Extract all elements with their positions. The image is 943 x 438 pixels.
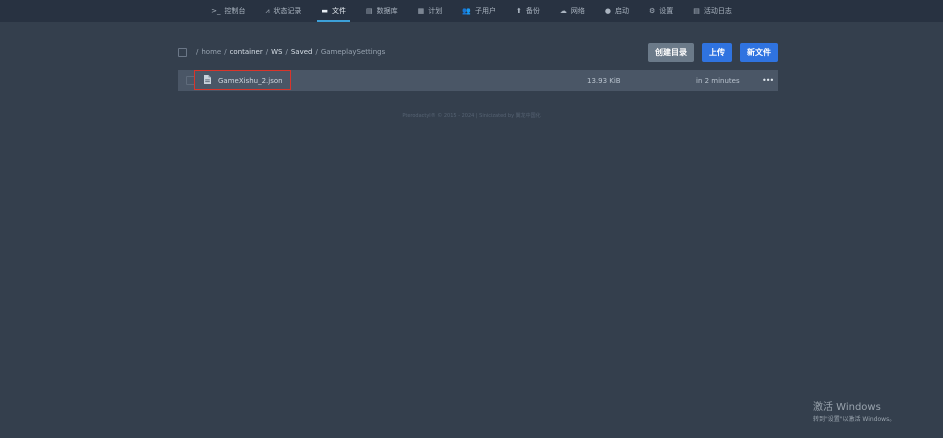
top-navigation: >_ 控制台 ⩘ 状态记录 ▬ 文件 ▤ 数据库 ▦ 计划 👥 子用户 ⬆ 备份…	[0, 0, 943, 22]
file-toolbar: / home / container / WS / Saved / Gamepl…	[178, 42, 778, 62]
action-buttons: 创建目录 上传 新文件	[648, 42, 778, 62]
log-icon: ▤	[693, 6, 700, 15]
nav-settings-label: 设置	[659, 7, 674, 15]
footer-copyright: Pterodactyl® © 2015 - 2024 | Sinicizated…	[402, 113, 541, 119]
breadcrumb-container[interactable]: container	[230, 48, 263, 56]
database-icon: ▤	[366, 6, 373, 15]
nav-subusers-label: 子用户	[475, 7, 497, 15]
nav-schedule-label: 计划	[428, 7, 443, 15]
select-all-checkbox[interactable]	[178, 47, 187, 57]
watermark-title: 激活 Windows	[813, 402, 881, 413]
nav-console-label: 控制台	[224, 7, 246, 15]
file-checkbox[interactable]	[186, 76, 195, 85]
calendar-icon: ▦	[417, 6, 425, 15]
nav-stats[interactable]: ⩘ 状态记录	[255, 0, 311, 22]
file-modified: in 2 minutes	[696, 76, 740, 85]
nav-network-label: 网络	[570, 7, 585, 15]
chart-icon: ⩘	[265, 6, 270, 15]
breadcrumb-separator: /	[196, 48, 199, 56]
nav-backup[interactable]: ⬆ 备份	[506, 0, 550, 22]
file-icon	[204, 75, 211, 86]
nav-files[interactable]: ▬ 文件	[311, 0, 356, 22]
nav-console[interactable]: >_ 控制台	[201, 0, 255, 22]
nav-backup-label: 备份	[525, 7, 540, 15]
cloud-icon: ☁	[559, 6, 567, 15]
nav-files-label: 文件	[332, 7, 347, 15]
nav-subusers[interactable]: 👥 子用户	[452, 0, 506, 22]
nav-schedule[interactable]: ▦ 计划	[408, 0, 453, 22]
breadcrumb-ws[interactable]: WS	[271, 48, 282, 56]
upload-button[interactable]: 上传	[702, 42, 732, 62]
breadcrumb-separator: /	[285, 48, 288, 56]
breadcrumb-separator: /	[315, 48, 318, 56]
nav-items: >_ 控制台 ⩘ 状态记录 ▬ 文件 ▤ 数据库 ▦ 计划 👥 子用户 ⬆ 备份…	[201, 0, 742, 22]
breadcrumb-separator: /	[265, 48, 269, 56]
breadcrumb-separator: /	[224, 48, 227, 56]
nav-activity[interactable]: ▤ 活动日志	[683, 0, 742, 22]
terminal-icon: >_	[211, 6, 221, 15]
breadcrumb-current: GameplaySettings	[320, 48, 386, 56]
nav-activity-label: 活动日志	[703, 7, 732, 15]
file-icon-glyph	[204, 75, 211, 84]
nav-settings[interactable]: ⚙ 设置	[639, 0, 683, 22]
upload-icon: ⬆	[516, 6, 522, 15]
nav-database-label: 数据库	[376, 7, 398, 15]
nav-database[interactable]: ▤ 数据库	[356, 0, 408, 22]
file-row[interactable]: GameXishu_2.json 13.93 KiB in 2 minutes …	[178, 70, 778, 91]
gear-icon: ⚙	[649, 6, 656, 15]
nav-startup[interactable]: ● 启动	[595, 0, 639, 22]
file-name[interactable]: GameXishu_2.json	[218, 77, 283, 85]
windows-activation-watermark: 激活 Windows 转到"设置"以激活 Windows。	[813, 398, 895, 423]
watermark-subtitle: 转到"设置"以激活 Windows。	[813, 416, 896, 423]
users-icon: 👥	[462, 6, 472, 15]
more-options-icon[interactable]: •••	[762, 76, 774, 85]
nav-stats-label: 状态记录	[273, 7, 302, 15]
create-directory-button[interactable]: 创建目录	[648, 42, 694, 62]
nav-network[interactable]: ☁ 网络	[550, 0, 595, 22]
breadcrumb-saved[interactable]: Saved	[291, 48, 313, 56]
new-file-button[interactable]: 新文件	[740, 42, 778, 62]
folder-icon: ▬	[321, 6, 329, 15]
breadcrumb-home[interactable]: home	[201, 48, 221, 56]
play-circle-icon: ●	[604, 6, 611, 15]
breadcrumb: / home / container / WS / Saved / Gamepl…	[196, 48, 385, 56]
nav-startup-label: 启动	[615, 7, 629, 15]
file-size: 13.93 KiB	[587, 76, 621, 85]
